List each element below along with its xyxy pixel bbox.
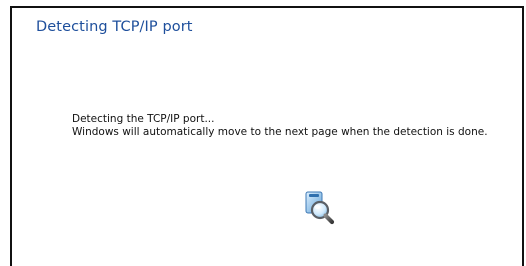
dialog-frame: Detecting TCP/IP port Detecting the TCP/…: [10, 6, 524, 266]
info-text: Windows will automatically move to the n…: [72, 126, 488, 138]
page-title: Detecting TCP/IP port: [36, 19, 193, 35]
status-text: Detecting the TCP/IP port...: [72, 113, 215, 125]
search-icon: [305, 191, 335, 225]
detection-message: Detecting the TCP/IP port... Windows wil…: [72, 113, 488, 139]
